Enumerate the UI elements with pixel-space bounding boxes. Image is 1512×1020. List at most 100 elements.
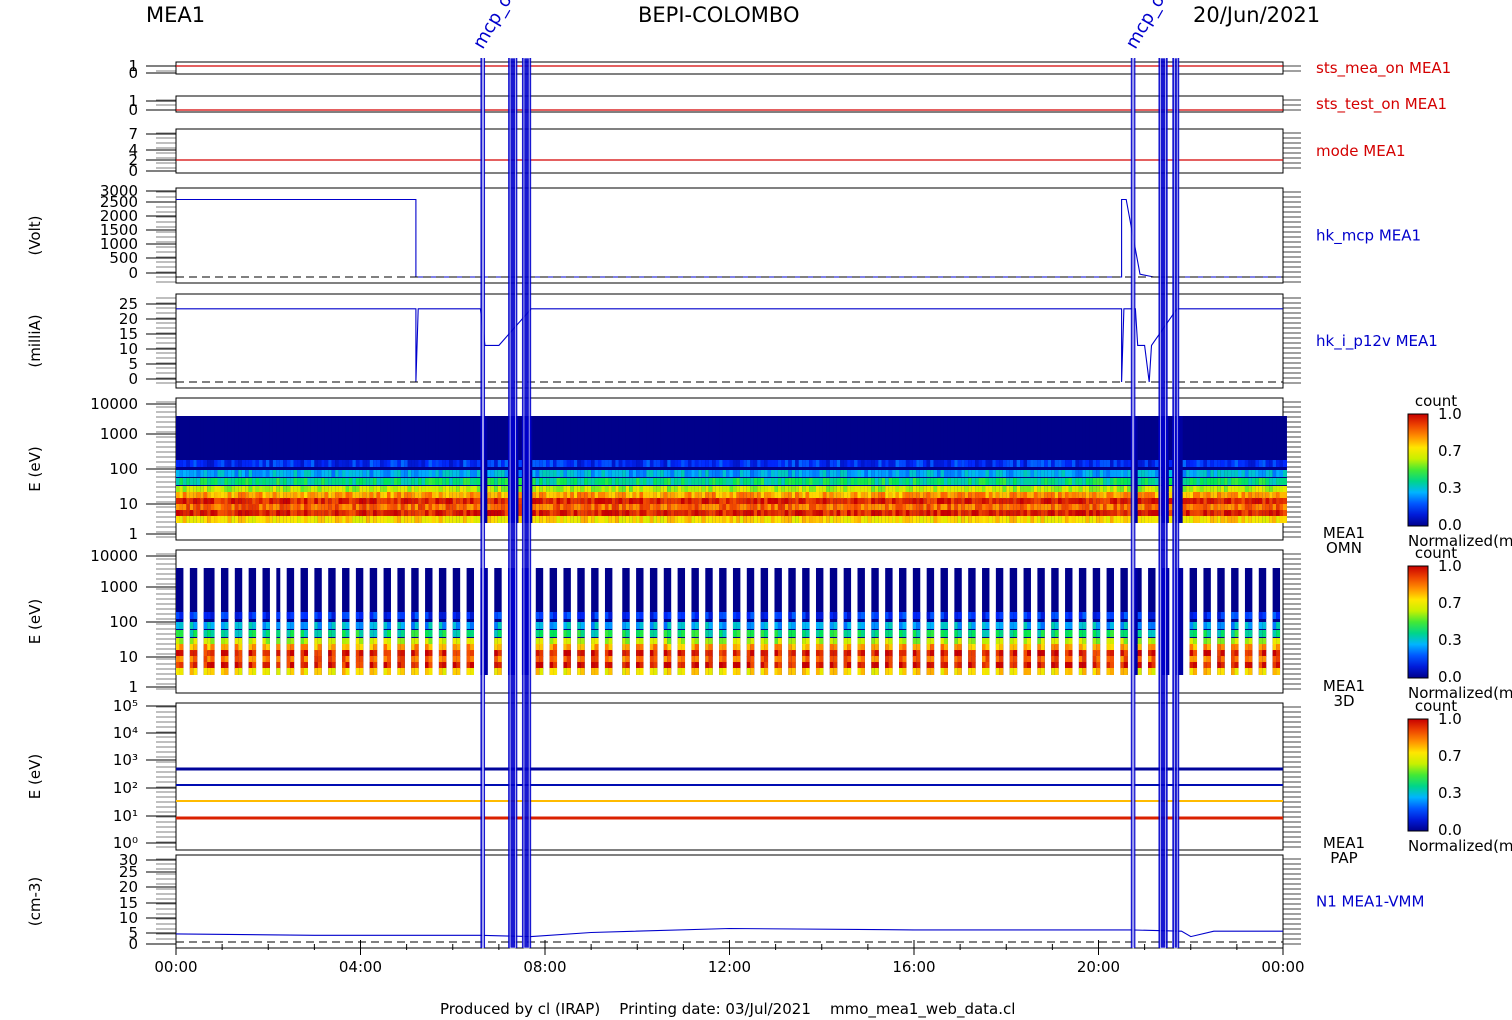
spectro-cell-omn — [594, 470, 599, 477]
spectro-cell-d3 — [1054, 650, 1059, 657]
spectro-cell-omn — [815, 460, 820, 467]
spectro-cell-omn — [286, 460, 291, 467]
spectro-cell-omn — [1220, 498, 1225, 505]
spectro-cell-omn — [760, 460, 765, 467]
spectro-cell-d3 — [1148, 668, 1153, 675]
spectro-cell-d3 — [1092, 630, 1097, 637]
spectro-cell-omn — [708, 510, 713, 517]
spectro-cell-omn — [310, 516, 315, 523]
spectro-cell-omn — [885, 498, 890, 505]
spectro-cell-d3 — [1092, 668, 1097, 675]
spectro-cell-d3 — [1276, 622, 1281, 629]
spectro-cell-omn — [310, 510, 315, 517]
spectro-cell-d3 — [359, 644, 364, 651]
spectro-cell-omn — [1113, 498, 1118, 505]
spectro-cell-omn — [553, 510, 558, 517]
spectro-cell-d3 — [497, 612, 502, 619]
spectro-cell-omn — [1224, 516, 1229, 523]
spectro-cell-omn — [674, 492, 679, 499]
spectro-cell-d3 — [1262, 662, 1267, 669]
spectro-cell-omn — [836, 516, 841, 523]
spectro-cell-omn — [563, 470, 568, 477]
spectro-cell-d3 — [1106, 644, 1111, 651]
spectro-cell-omn — [476, 510, 481, 517]
spectro-cell-omn — [265, 498, 270, 505]
spectro-cell-d3 — [943, 612, 948, 619]
spectro-cell-omn — [317, 504, 322, 511]
spectro-cell-omn — [245, 478, 250, 485]
spectro-cell-omn — [826, 516, 831, 523]
spectro-cell-d3 — [580, 630, 585, 637]
spectro-cell-d3 — [899, 638, 903, 645]
spectro-cell-omn — [625, 460, 630, 467]
spectro-cell-omn — [975, 478, 980, 485]
spectro-cell-omn — [1051, 470, 1056, 477]
spectro-cell-omn — [297, 478, 302, 485]
spectro-cell-omn — [1078, 516, 1083, 523]
spectro-cell-omn — [802, 498, 807, 505]
spectro-cell-omn — [646, 492, 651, 499]
spectro-cell-d3 — [746, 656, 751, 663]
spectro-cell-d3 — [1151, 668, 1156, 675]
spectro-cell-omn — [833, 504, 838, 511]
spectro-cell-omn — [933, 460, 938, 467]
spectro-cell-omn — [726, 498, 730, 505]
spectro-cell-omn — [926, 492, 931, 499]
spectro-cell-omn — [840, 498, 845, 505]
spectro-cell-omn — [376, 470, 381, 477]
spectro-cell-d3 — [819, 668, 824, 675]
spectro-cell-d3 — [234, 638, 239, 645]
spectro-cell-d3 — [871, 650, 876, 657]
spectro-cell-d3 — [1013, 612, 1018, 619]
spectro-cell-omn — [355, 492, 360, 499]
spectro-cell-omn — [546, 492, 551, 499]
spectro-cell-omn — [629, 460, 634, 467]
spectro-cell-omn — [1199, 498, 1204, 505]
spectro-cell-d3 — [691, 638, 696, 645]
spectro-cell-omn — [1244, 486, 1249, 493]
spectro-cell-omn — [248, 498, 253, 505]
spectro-cell-omn — [957, 460, 962, 467]
spectro-cell-omn — [1182, 516, 1187, 523]
spectro-cell-d3 — [667, 662, 672, 669]
spectro-cell-omn — [767, 486, 772, 493]
spectro-cell-omn — [314, 478, 319, 485]
spectro-cell-d3 — [1262, 630, 1267, 637]
spectro-cell-omn — [978, 486, 983, 493]
spectro-cell-omn — [307, 492, 312, 499]
spectro-cell-omn — [916, 492, 921, 499]
spectro-cell-omn — [1231, 460, 1236, 467]
spectro-cell-d3 — [1206, 662, 1211, 669]
spectro-cell-omn — [954, 460, 959, 467]
spectro-cell-omn — [840, 470, 845, 477]
spectro-cell-d3 — [874, 656, 879, 663]
spectro-cell-omn — [1241, 516, 1246, 523]
spectro-cell-omn — [1251, 492, 1256, 499]
spectro-cell-omn — [892, 498, 897, 505]
spectro-cell-omn — [1116, 460, 1121, 467]
spectro-cell-omn — [719, 510, 724, 517]
spectro-cell-omn — [726, 470, 730, 477]
spectro-cell-d3 — [1023, 622, 1028, 629]
spectro-cell-omn — [504, 460, 509, 467]
spectro-cell-omn — [757, 486, 762, 493]
spectro-cell-d3 — [777, 630, 782, 637]
spectro-cell-omn — [580, 516, 585, 523]
spectro-cell-d3 — [425, 612, 430, 619]
spectro-cell-omn — [321, 470, 326, 477]
spectro-cell-omn — [397, 516, 402, 523]
spectro-cell-omn — [601, 516, 606, 523]
spectro-cell-omn — [1234, 478, 1239, 485]
spectro-cell-d3 — [912, 644, 917, 651]
spectro-cell-d3 — [189, 630, 194, 637]
spectro-cell-omn — [265, 470, 270, 477]
spectro-cell-omn — [397, 470, 402, 477]
spectro-cell-d3 — [345, 662, 350, 669]
spectro-cell-d3 — [1217, 662, 1222, 669]
spectro-cell-omn — [207, 460, 212, 467]
spectro-cell-d3 — [819, 656, 824, 663]
spectro-cell-d3 — [802, 612, 807, 619]
spectro-cell-omn — [694, 470, 699, 477]
spectro-cell-omn — [1269, 470, 1274, 477]
spectro-cell-omn — [912, 516, 917, 523]
